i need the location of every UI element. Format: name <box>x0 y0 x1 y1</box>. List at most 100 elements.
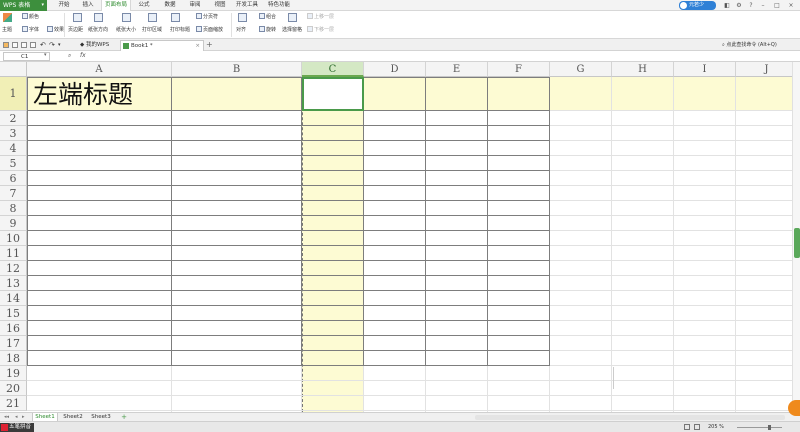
send-backward-button[interactable]: 下移一层 <box>307 26 334 34</box>
row-header-14[interactable]: 14 <box>0 291 27 306</box>
spreadsheet-grid[interactable]: ABCDEFGHIJ 1 2 3 4 5 6 7 8 9 10 11 12 13 14 15 16 17 18 19… <box>0 62 800 412</box>
close-tab-icon[interactable]: × <box>195 41 200 51</box>
margins-icon[interactable] <box>73 13 83 24</box>
row-header-9[interactable]: 9 <box>0 216 27 231</box>
column-header-c[interactable]: C <box>302 62 364 77</box>
row-header-19[interactable]: 19 <box>0 366 27 381</box>
print-area-icon[interactable] <box>148 13 158 24</box>
function-button[interactable]: fx <box>80 52 86 59</box>
menu-item-features[interactable]: 特色功能 <box>264 0 294 11</box>
vertical-scrollbar[interactable] <box>792 62 800 412</box>
theme-button[interactable] <box>3 13 13 24</box>
row-header-7[interactable]: 7 <box>0 186 27 201</box>
app-menu-button[interactable]: WPS 表格 ▾ <box>0 0 47 11</box>
row-header-3[interactable]: 3 <box>0 126 27 141</box>
rotate-button[interactable]: 旋转 <box>259 26 276 34</box>
ime-indicator[interactable]: 五笔拼音 <box>0 423 35 432</box>
horizontal-scrollbar[interactable] <box>475 415 785 420</box>
active-cell[interactable] <box>302 77 364 111</box>
open-icon[interactable] <box>3 42 9 48</box>
column-header-a[interactable]: A <box>27 62 172 77</box>
menu-item-formulas[interactable]: 公式 <box>134 0 154 11</box>
command-search[interactable]: ⌕ 点此查找命令 (Alt+Q) <box>722 39 777 51</box>
zoom-icon[interactable]: ⌕ <box>68 52 71 60</box>
new-tab-button[interactable]: + <box>206 39 213 51</box>
row-header-20[interactable]: 20 <box>0 381 27 396</box>
undo-icon[interactable]: ↶ <box>40 42 46 49</box>
print-titles-icon[interactable] <box>171 13 181 24</box>
paper-size-icon[interactable] <box>122 13 132 24</box>
column-header-f[interactable]: F <box>488 62 550 77</box>
font-button[interactable]: 字体 <box>22 26 39 34</box>
row-header-18[interactable]: 18 <box>0 351 27 366</box>
page-view-icon[interactable] <box>684 424 690 430</box>
redo-icon[interactable]: ↷ <box>49 42 55 49</box>
cell-a1[interactable]: 左端标题 <box>33 78 133 111</box>
normal-view-icon[interactable] <box>694 424 700 430</box>
bring-forward-button[interactable]: 上移一层 <box>307 13 334 21</box>
theme-label[interactable]: 主题 <box>2 27 12 34</box>
minimize-icon[interactable]: – <box>758 0 768 11</box>
align-button[interactable]: 对齐 <box>236 27 246 34</box>
print-zoom-button[interactable]: 页面缩放 <box>196 26 223 34</box>
print-area-button[interactable]: 打印区域 <box>142 27 162 34</box>
effects-button[interactable]: 效果 <box>47 26 64 34</box>
menu-item-data[interactable]: 数据 <box>160 0 180 11</box>
column-header-h[interactable]: H <box>612 62 674 77</box>
row-header-4[interactable]: 4 <box>0 141 27 156</box>
row-header-8[interactable]: 8 <box>0 201 27 216</box>
menu-item-developer[interactable]: 开发工具 <box>233 0 261 11</box>
user-account-button[interactable]: 元若少 <box>679 1 716 10</box>
row-header-1[interactable]: 1 <box>0 77 27 111</box>
column-header-g[interactable]: G <box>550 62 612 77</box>
column-header-j[interactable]: J <box>736 62 798 77</box>
row-header-16[interactable]: 16 <box>0 321 27 336</box>
maximize-icon[interactable]: □ <box>772 0 782 11</box>
align-icon[interactable] <box>238 13 248 24</box>
preview-icon[interactable] <box>30 42 36 48</box>
row-header-11[interactable]: 11 <box>0 246 27 261</box>
column-header-e[interactable]: E <box>426 62 488 77</box>
row-header-2[interactable]: 2 <box>0 111 27 126</box>
column-header-b[interactable]: B <box>172 62 302 77</box>
chevron-down-icon[interactable]: ▾ <box>58 42 64 48</box>
column-header-i[interactable]: I <box>674 62 736 77</box>
zoom-level[interactable]: 205 % <box>708 422 724 432</box>
page-margin-button[interactable]: 页边距 <box>68 27 83 34</box>
row-header-15[interactable]: 15 <box>0 306 27 321</box>
tab-my-wps[interactable]: ◆ 我的WPS <box>80 40 118 51</box>
row-header-5[interactable]: 5 <box>0 156 27 171</box>
row-header-12[interactable]: 12 <box>0 261 27 276</box>
paper-size-button[interactable]: 纸张大小 <box>116 27 136 34</box>
print-titles-button[interactable]: 打印标题 <box>170 27 190 34</box>
zoom-slider-thumb[interactable] <box>768 425 771 430</box>
menu-item-view[interactable]: 视图 <box>210 0 230 11</box>
zoom-slider[interactable] <box>737 427 782 428</box>
save-icon[interactable] <box>12 42 18 48</box>
orientation-button[interactable]: 纸张方向 <box>88 27 108 34</box>
colors-button[interactable]: 颜色 <box>22 13 39 21</box>
orientation-icon[interactable] <box>94 13 104 24</box>
skin-icon[interactable]: ◧ <box>722 0 732 11</box>
settings-icon[interactable]: ⚙ <box>734 0 744 11</box>
print-icon[interactable] <box>21 42 27 48</box>
tab-book1[interactable]: Book1 * × <box>120 40 204 51</box>
row-header-13[interactable]: 13 <box>0 276 27 291</box>
close-icon[interactable]: × <box>786 0 796 11</box>
column-header-d[interactable]: D <box>364 62 426 77</box>
name-box[interactable]: C1 <box>3 52 50 61</box>
menu-item-review[interactable]: 审阅 <box>185 0 205 11</box>
select-pane-button[interactable]: 选择窗格 <box>282 27 302 34</box>
floating-assistant-button[interactable] <box>788 400 800 416</box>
select-all-corner[interactable] <box>0 62 27 77</box>
select-pane-icon[interactable] <box>288 13 298 24</box>
menu-item-home[interactable]: 开始 <box>53 0 75 11</box>
chevron-down-icon[interactable]: ▾ <box>44 52 47 58</box>
combine-button[interactable]: 组合 <box>259 13 276 21</box>
row-header-6[interactable]: 6 <box>0 171 27 186</box>
row-header-10[interactable]: 10 <box>0 231 27 246</box>
question-icon[interactable]: ? <box>746 0 756 11</box>
row-header-17[interactable]: 17 <box>0 336 27 351</box>
page-break-button[interactable]: 分页符 <box>196 13 218 21</box>
menu-item-insert[interactable]: 插入 <box>77 0 99 11</box>
